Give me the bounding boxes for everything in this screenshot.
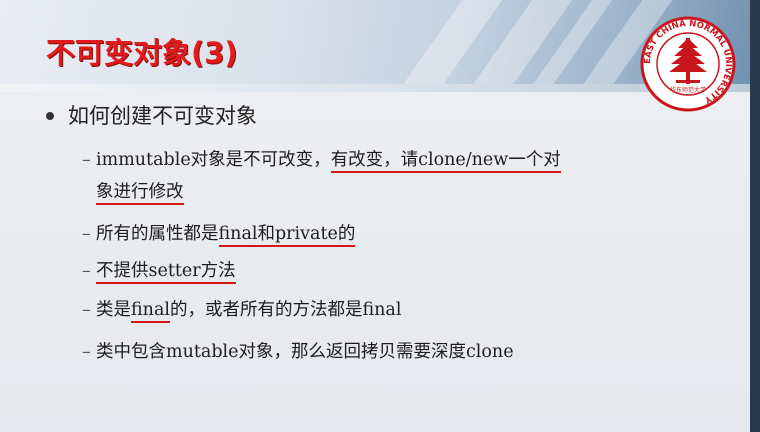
list-item: – 类是final的，或者所有的方法都是final (82, 298, 401, 323)
right-edge-bar (750, 0, 760, 432)
slide-title: 不可变对象(3) (46, 36, 238, 70)
slide: 不可变对象(3) EAST CHINA NORMAL UNIVERSITY 华东… (0, 0, 760, 432)
underlined-text: 象进行修改 (96, 182, 184, 205)
underlined-text: 有改变，请clone/new一个对 (330, 150, 561, 173)
bullet-dot-icon (46, 111, 54, 120)
logo-seal-text: 华东师范大学 (670, 86, 706, 94)
underlined-text: final和private的 (218, 224, 356, 247)
dash-icon: – (82, 261, 91, 281)
dash-icon: – (82, 342, 91, 362)
dash-icon: – (82, 224, 91, 244)
dash-icon: – (82, 300, 91, 320)
list-item: – 类中包含mutable对象，那么返回拷贝需要深度clone (82, 342, 514, 362)
list-item: – 所有的属性都是final和private的 (82, 222, 356, 247)
main-bullet-text: 如何创建不可变对象 (68, 104, 257, 128)
main-bullet: 如何创建不可变对象 (46, 100, 257, 130)
underlined-text: 不提供setter方法 (96, 261, 236, 284)
university-logo-icon: EAST CHINA NORMAL UNIVERSITY 华东师范大学 (640, 16, 736, 112)
underlined-text: final (131, 300, 170, 323)
list-item: – 不提供setter方法 (82, 259, 236, 284)
dash-icon: – (82, 150, 91, 170)
list-item: – immutable对象是不可改变，有改变，请clone/new一个对 象进行修… (82, 148, 561, 205)
